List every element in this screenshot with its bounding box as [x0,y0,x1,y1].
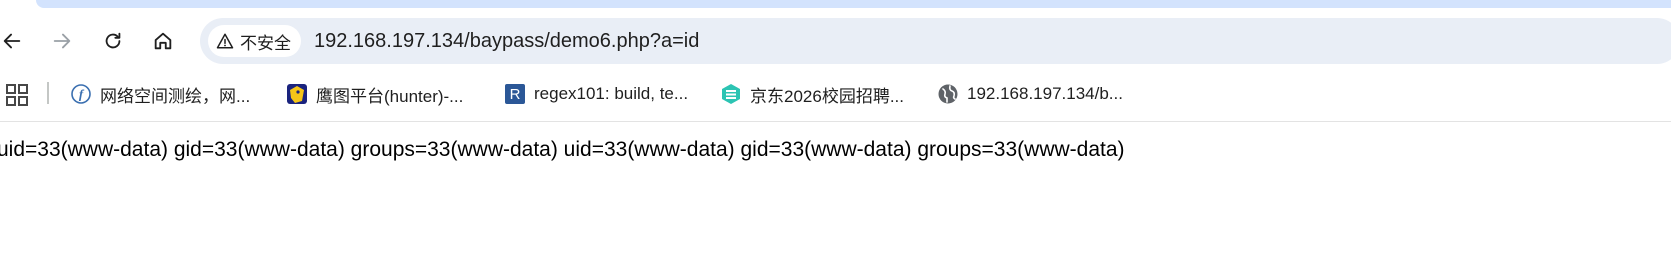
bookmark-item[interactable]: f 网络空间测绘，网... [70,81,250,107]
apps-grid-icon [6,84,28,106]
address-bar[interactable]: 不安全 192.168.197.134/baypass/demo6.php?a=… [200,18,1671,64]
command-output-text: uid=33(www-data) gid=33(www-data) groups… [0,138,1125,161]
bookmark-label: 192.168.197.134/b... [967,84,1123,103]
tab-strip-background [36,0,1671,8]
bookmark-label: 京东2026校园招聘... [750,86,904,106]
jd-icon [720,83,742,105]
security-chip[interactable]: 不安全 [208,25,301,57]
reload-button[interactable] [97,25,129,57]
browser-toolbar: 不安全 192.168.197.134/baypass/demo6.php?a=… [0,8,1671,74]
home-button[interactable] [147,25,179,57]
bookmarks-bar: f 网络空间测绘，网... 鹰图平台(hunter)-... R regex10… [0,74,1671,120]
reload-icon [105,32,121,49]
tab-strip [0,0,1671,8]
arrow-right-icon [53,33,71,49]
bookmark-item[interactable]: 192.168.197.134/b... [937,81,1123,107]
security-label: 不安全 [240,33,291,53]
arrow-left-icon [3,33,21,49]
url-text[interactable]: 192.168.197.134/baypass/demo6.php?a=id [314,18,699,64]
home-icon [154,32,172,50]
fofa-icon: f [70,83,92,105]
forward-button[interactable] [46,25,78,57]
bookmark-label: 鹰图平台(hunter)-... [316,86,464,106]
back-button[interactable] [0,25,28,57]
warning-triangle-icon [216,33,234,49]
bookmark-item[interactable]: 鹰图平台(hunter)-... [286,81,463,107]
bookmark-item[interactable]: R regex101: build, te... [504,81,688,107]
bookmark-label: 网络空间测绘，网... [100,86,251,106]
apps-grid-button[interactable] [4,82,30,108]
bookmark-item[interactable]: 京东2026校园招聘... [720,81,904,107]
regex101-icon: R [504,83,526,105]
active-tab-edge [0,0,36,8]
svg-text:R: R [510,86,521,103]
globe-icon [937,83,959,105]
page-content: uid=33(www-data) gid=33(www-data) groups… [0,122,1671,264]
bookmarks-separator [47,82,49,104]
bookmark-label: regex101: build, te... [534,84,689,103]
hunter-icon [286,83,308,105]
